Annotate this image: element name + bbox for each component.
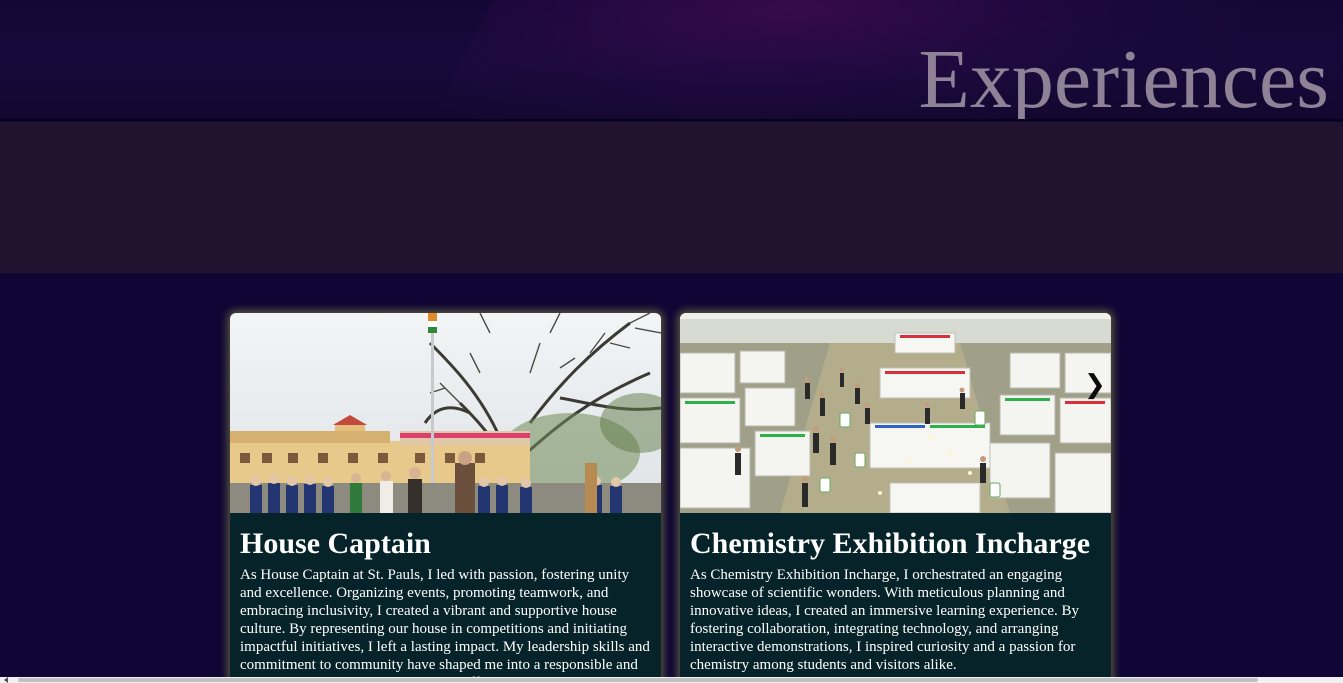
card-image-school-assembly (230, 313, 661, 513)
chevron-right-icon[interactable]: ❯ (1084, 372, 1106, 398)
card-body: Chemistry Exhibition Incharge As Chemist… (680, 513, 1111, 674)
page-title-text: Experiences (918, 33, 1329, 122)
scrollbar-thumb[interactable] (18, 678, 1258, 682)
experience-carousel: House Captain As House Captain at St. Pa… (230, 313, 1111, 683)
card-title: House Captain (240, 527, 431, 560)
school-assembly-photo (230, 313, 661, 513)
hero-header: Experiences (0, 0, 1343, 121)
card-image-exhibition-hall (680, 313, 1111, 513)
experience-card-house-captain[interactable]: House Captain As House Captain at St. Pa… (230, 313, 661, 683)
card-title: Chemistry Exhibition Incharge (690, 527, 1091, 560)
scroll-left-arrow-icon[interactable] (4, 677, 8, 683)
hero-divider (0, 119, 1343, 121)
card-body: House Captain As House Captain at St. Pa… (230, 513, 661, 683)
experience-card-chemistry-exhibition[interactable]: Chemistry Exhibition Incharge As Chemist… (680, 313, 1111, 683)
exhibition-hall-photo (680, 313, 1111, 513)
card-description: As House Captain at St. Pauls, I led wit… (240, 567, 650, 683)
card-description: As Chemistry Exhibition Incharge, I orch… (690, 567, 1080, 673)
horizontal-scrollbar[interactable] (0, 677, 1343, 683)
experiences-page: Experiences House Captain As House Capta… (0, 0, 1343, 683)
hero-band (0, 122, 1343, 273)
page-title: Experiences (918, 33, 1329, 122)
